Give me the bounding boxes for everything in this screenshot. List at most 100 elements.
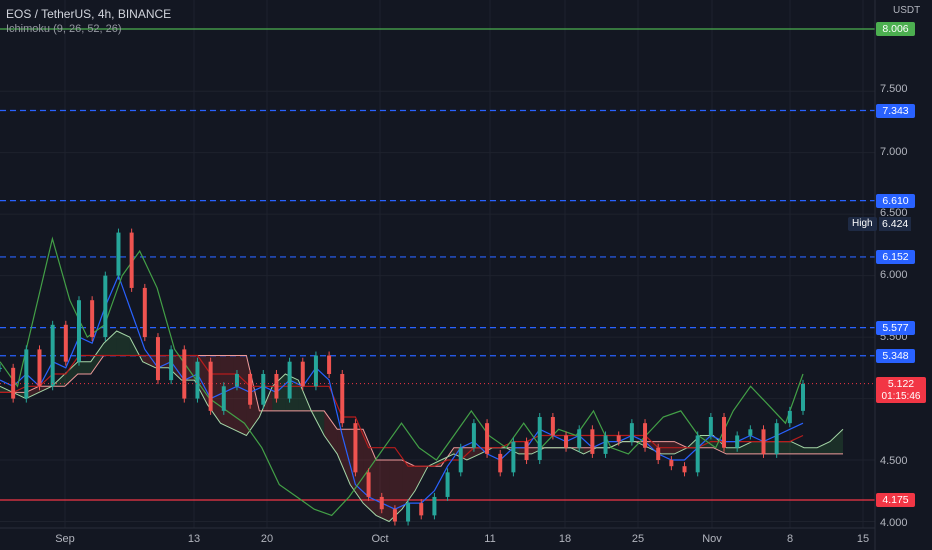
price-bar-body [735,435,740,448]
price-bar-body [590,429,595,454]
price-tick: 7.500 [880,83,908,95]
price-bar-body [537,417,542,461]
price-level-tag: 6.152 [876,249,915,264]
price-bar-body [511,441,516,473]
price-bar-body [643,423,648,448]
price-bar-body [313,355,318,387]
price-bar-body [419,503,424,516]
last-price-tag: 5.122 [876,377,926,391]
price-bar-body [392,509,397,522]
price-unit[interactable]: USDT [893,5,920,16]
price-bar-body [24,349,29,399]
cloud-segment [804,447,818,454]
time-tick: 13 [187,533,201,545]
price-bar-body [63,324,68,362]
cloud-segment [77,361,91,374]
price-bar-body [774,423,779,454]
price-bar-body [801,383,805,411]
series-lines [0,228,875,526]
high-label: High [848,217,877,231]
price-bar-body [300,361,305,387]
price-bar-body [340,373,345,424]
price-bar-body [432,496,437,516]
chart-legend: EOS / TetherUS, 4h, BINANCE Ichimoku (9,… [6,7,171,37]
price-level-tag: 5.348 [876,348,915,363]
symbol-title[interactable]: EOS / TetherUS, 4h, BINANCE [6,7,171,22]
indicator-title[interactable]: Ichimoku (9, 26, 52, 26) [6,22,171,37]
price-bar-body [11,367,16,399]
ichimoku-cloud [0,330,843,522]
price-level-tag: 8.006 [876,22,915,36]
price-level-tag: 7.343 [876,103,915,118]
price-bar-body [129,232,134,288]
price-bar-body [248,373,253,405]
cloud-segment [324,410,338,454]
cloud-segment [830,429,843,454]
price-bar-body [629,423,634,442]
price-bar-body [616,435,621,442]
price-bar-body [208,361,213,411]
time-tick: 15 [856,533,870,545]
price-bar-body [682,466,687,473]
price-bar-body [50,324,55,387]
price-bar-body [722,417,727,448]
price-bar-body [261,373,266,405]
price-bar-body [366,472,371,497]
price-bar-body [76,300,81,362]
bar-countdown: 01:15:46 [876,390,926,403]
time-tick: 20 [260,533,274,545]
time-tick: 8 [786,533,794,545]
price-bar-body [550,417,555,436]
price-bar-body [103,275,108,338]
price-bar-body [274,373,279,399]
price-bar-body [0,367,2,369]
price-level-tag: 5.577 [876,320,915,335]
price-tick: 7.000 [880,146,908,158]
price-bar-body [445,472,450,497]
price-bar-body [708,417,713,436]
price-bar-body [182,349,187,399]
price-bar-body [458,447,463,473]
price-bar-body [485,423,490,454]
cloud-segment [116,330,130,356]
price-bar-body [695,435,700,473]
price-bar-body [498,453,503,473]
price-bar-body [287,361,292,399]
price-bar-body [221,386,226,411]
time-tick: Oct [371,533,389,545]
time-tick: 18 [558,533,572,545]
price-bar-body [90,300,95,338]
price-bar-body [748,429,753,436]
price-bar-body [471,423,476,448]
price-tick: 6.000 [880,269,908,281]
time-tick: Sep [55,533,75,545]
price-bar-body [524,441,529,461]
cloud-segment [466,447,480,461]
price-tick: 4.500 [880,455,908,467]
price-bar-body [577,429,582,448]
price-bar-body [656,447,661,461]
price-bar-body [669,460,674,467]
senkou-span-a-line [0,330,844,523]
cloud-segment [778,441,792,454]
high-value: 6.424 [879,217,912,231]
price-bar-body [603,435,608,454]
price-bar-body [142,287,147,338]
price-bar-body [155,337,160,381]
price-bar-body [379,496,384,510]
cloud-segment [376,460,390,522]
price-bar-body [169,349,174,381]
price-bar-body [353,423,358,473]
time-tick: Nov [702,533,722,545]
price-level-tag: 6.610 [876,193,915,208]
price-bar-body [564,435,569,448]
cloud-segment [817,441,831,454]
cloud-segment [739,441,753,454]
price-bar-body [195,361,200,399]
price-level-tag: 4.175 [876,493,915,507]
chart-canvas[interactable] [0,0,932,550]
price-bar-body [37,349,42,387]
time-tick: 11 [484,533,496,545]
cloud-segment [791,441,805,454]
price-bar-body [787,410,792,424]
